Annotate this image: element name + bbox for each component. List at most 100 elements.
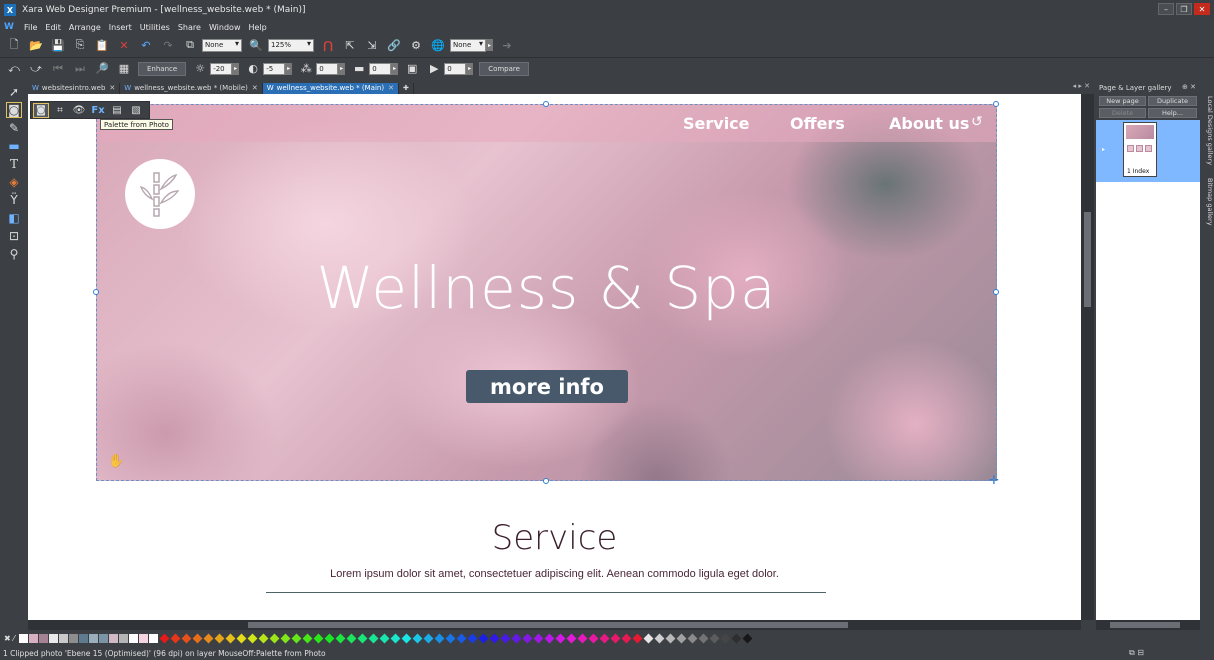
palette-swatch[interactable]: [335, 633, 346, 643]
palette-swatch[interactable]: [742, 633, 753, 643]
palette-swatch[interactable]: [577, 633, 588, 643]
undo-icon[interactable]: ↶: [138, 37, 154, 53]
palette-swatch[interactable]: [500, 633, 511, 643]
shadow-tool-icon[interactable]: ◧: [6, 210, 22, 226]
link-icon[interactable]: 🔗: [386, 37, 402, 53]
palette-swatch[interactable]: [38, 633, 48, 643]
palette-swatch[interactable]: [324, 633, 335, 643]
redo-icon[interactable]: ↷: [160, 37, 176, 53]
new-page-button[interactable]: New page: [1099, 96, 1146, 106]
frame-tool-icon[interactable]: ⊡: [6, 228, 22, 244]
tab-wellness-mobile[interactable]: Wwellness_website.web * (Mobile) ✕: [120, 82, 263, 94]
palette-swatch[interactable]: [632, 633, 643, 643]
palette-swatch[interactable]: [302, 633, 313, 643]
photo-tool-icon[interactable]: ◙: [6, 102, 22, 118]
effects-icon[interactable]: Fx: [90, 103, 106, 118]
palette-swatch[interactable]: [621, 633, 632, 643]
palette-swatch[interactable]: [698, 633, 709, 643]
gallery-pin-close-icon[interactable]: ⊕ ✕: [1182, 83, 1196, 91]
horizontal-scrollbar[interactable]: [28, 620, 1081, 630]
photo-grid-icon[interactable]: ▦: [116, 61, 132, 77]
palette-swatch[interactable]: [170, 633, 181, 643]
nav-offers[interactable]: Offers: [790, 114, 845, 133]
tone-arrow-icon[interactable]: ▸: [391, 62, 399, 75]
palette-swatch[interactable]: [588, 633, 599, 643]
cursor-copy-icon[interactable]: ⇱: [342, 37, 358, 53]
palette-swatch[interactable]: [599, 633, 610, 643]
forward-arrow-icon[interactable]: ➔: [499, 37, 515, 53]
palette-swatch[interactable]: [676, 633, 687, 643]
selection-handle[interactable]: [93, 289, 99, 295]
rotate-left-icon[interactable]: ⤺: [6, 61, 22, 77]
brightness-input[interactable]: -20: [210, 62, 233, 75]
palette-swatch[interactable]: [48, 633, 58, 643]
menu-share[interactable]: Share: [178, 23, 201, 32]
freehand-tool-icon[interactable]: ✎: [6, 120, 22, 136]
palette-swatch[interactable]: [423, 633, 434, 643]
animation-select[interactable]: None: [450, 38, 486, 52]
palette-swatch[interactable]: [225, 633, 236, 643]
quality-select[interactable]: None: [202, 38, 242, 52]
zoom-select[interactable]: 125%: [268, 38, 314, 52]
gallery-scrollbar[interactable]: [1096, 620, 1200, 630]
palette-swatch[interactable]: [654, 633, 665, 643]
scroll-thumb[interactable]: [1110, 622, 1180, 628]
vertical-scrollbar[interactable]: [1081, 94, 1094, 620]
palette-swatch[interactable]: [58, 633, 68, 643]
local-designs-tab[interactable]: Local Designs gallery: [1200, 96, 1214, 166]
photo-optimise-icon[interactable]: ▤: [109, 103, 125, 118]
palette-swatch[interactable]: [467, 633, 478, 643]
palette-swatch[interactable]: [78, 633, 88, 643]
palette-swatch[interactable]: [368, 633, 379, 643]
new-tab-icon[interactable]: ✚: [399, 82, 414, 94]
palette-swatch[interactable]: [346, 633, 357, 643]
design-canvas[interactable]: Service Offers About us ↺ Wellness & Spa…: [28, 94, 1081, 620]
magnet-icon[interactable]: ⋂: [320, 37, 336, 53]
palette-swatch[interactable]: [280, 633, 291, 643]
palette-swatch[interactable]: [88, 633, 98, 643]
web-properties-icon[interactable]: ⚙: [408, 37, 424, 53]
play-input[interactable]: 0: [444, 62, 467, 75]
palette-swatch[interactable]: [511, 633, 522, 643]
bitmap-gallery-tab[interactable]: Bitmap gallery: [1200, 178, 1214, 230]
palette-swatch[interactable]: [610, 633, 621, 643]
scroll-thumb[interactable]: [1084, 212, 1091, 307]
palette-swatch[interactable]: [118, 633, 128, 643]
palette-swatch[interactable]: [148, 633, 158, 643]
rotate-right-icon[interactable]: ⤻: [28, 61, 44, 77]
zoom-icon[interactable]: 🔍: [248, 37, 264, 53]
palette-swatch[interactable]: [98, 633, 108, 643]
contrast-input[interactable]: -5: [263, 62, 286, 75]
palette-swatch[interactable]: [555, 633, 566, 643]
enhance-button[interactable]: Enhance: [138, 61, 187, 76]
minimize-icon[interactable]: –: [1158, 3, 1174, 15]
tab-close-icon[interactable]: ✕: [109, 84, 115, 92]
palette-swatch[interactable]: [247, 633, 258, 643]
palette-swatch[interactable]: [379, 633, 390, 643]
red-eye-icon[interactable]: 👁: [71, 103, 87, 118]
photo-frame-icon[interactable]: ▣: [404, 61, 420, 77]
restore-icon[interactable]: ❐: [1176, 3, 1192, 15]
copy-icon[interactable]: ⎘: [72, 37, 88, 53]
crop-icon[interactable]: ⌗: [52, 103, 68, 118]
palette-swatch[interactable]: [687, 633, 698, 643]
selector-tool-icon[interactable]: ➚: [6, 84, 22, 100]
selection-handle[interactable]: [543, 478, 549, 484]
palette-swatch[interactable]: [709, 633, 720, 643]
delete-icon[interactable]: ✕: [116, 37, 132, 53]
last-frame-icon[interactable]: ⏭: [72, 61, 88, 77]
palette-swatch[interactable]: [412, 633, 423, 643]
menu-arrange[interactable]: Arrange: [69, 23, 101, 32]
transparency-tool-icon[interactable]: Ÿ: [6, 192, 22, 208]
tab-wellness-main[interactable]: Wwellness_website.web * (Main) ✕: [262, 82, 399, 94]
text-tool-icon[interactable]: T: [6, 156, 22, 172]
delete-button[interactable]: Delete: [1099, 108, 1146, 118]
palette-swatch[interactable]: [108, 633, 118, 643]
palette-swatch[interactable]: [478, 633, 489, 643]
palette-swatch[interactable]: [489, 633, 500, 643]
resize-corner-icon[interactable]: ✛: [989, 473, 999, 487]
palette-swatch[interactable]: [269, 633, 280, 643]
no-color-icon[interactable]: ✖ ⁄: [4, 634, 15, 643]
menu-insert[interactable]: Insert: [109, 23, 132, 32]
cursor-paste-icon[interactable]: ⇲: [364, 37, 380, 53]
